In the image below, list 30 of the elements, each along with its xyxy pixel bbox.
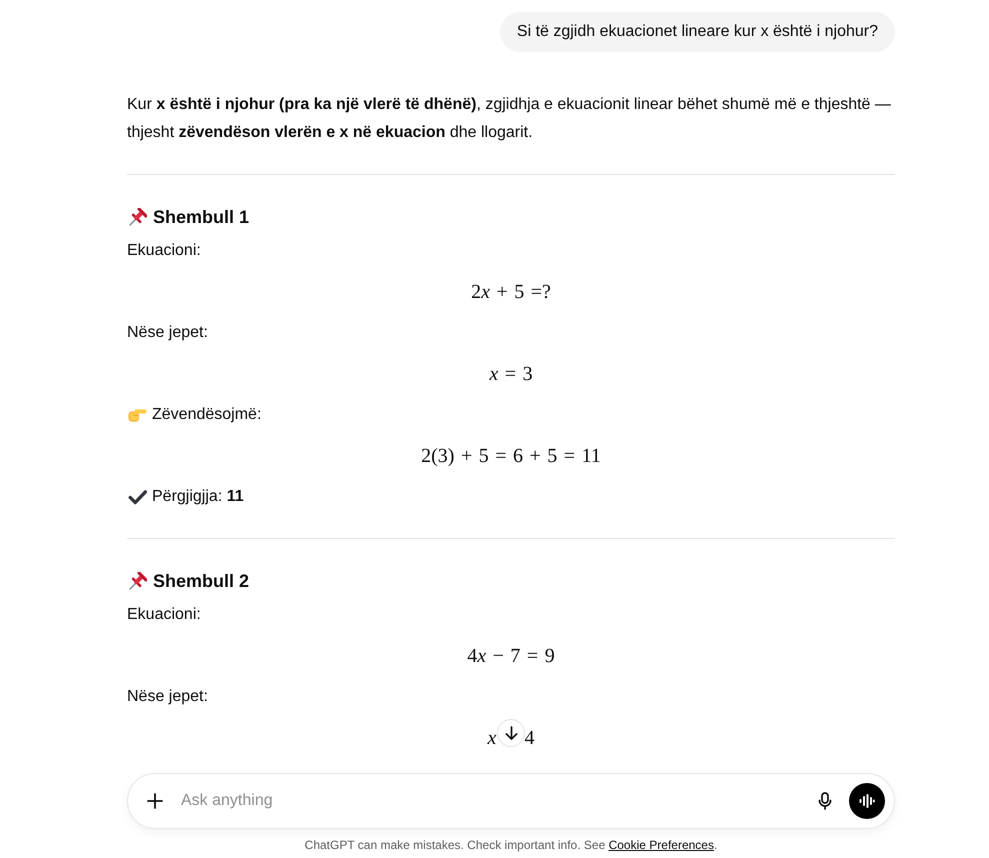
microphone-icon — [818, 792, 832, 810]
message-input[interactable]: Ask anything — [181, 787, 801, 815]
math-equation: 2x + 5 =? — [471, 280, 551, 305]
scroll-down-button[interactable] — [497, 719, 525, 747]
disclaimer-text: ChatGPT can make mistakes. Check important info. See Cookie Preferences. — [304, 837, 718, 854]
section-heading: Shembull 2 — [153, 570, 250, 593]
arrow-down-icon — [504, 726, 518, 740]
pointing-hand-icon — [128, 408, 147, 422]
waveform-icon — [859, 794, 875, 808]
pushpin-icon — [129, 572, 147, 590]
math-equation: 2(3) + 5 = 6 + 5 = 11 — [421, 444, 601, 469]
step-label: Zëvendësojmë: — [152, 405, 262, 425]
math-fragment: 4 — [524, 726, 534, 751]
pushpin-icon — [129, 208, 147, 226]
paragraph-label: Ekuacioni: — [127, 605, 202, 625]
voice-mode-button[interactable] — [849, 783, 885, 819]
math-fragment: x — [488, 726, 496, 751]
paragraph-label: Ekuacioni: — [127, 241, 202, 261]
user-message-bubble: Si të zgjidh ekuacionet lineare kur x është i njohur? — [500, 12, 895, 52]
cookie-preferences-link[interactable]: Cookie Preferences — [608, 838, 714, 852]
check-mark-icon — [128, 490, 147, 504]
paragraph-label: Nëse jepet: — [127, 323, 209, 343]
answer-paragraph: Kur x është i njohur (pra ka një vlerë të dhënë), zgjidhja e ekuacionit linear bëhet shumë më e thjeshtë — thjesht zëvendëson vlerën e x në ekuacion dhe llogarit. — [127, 95, 892, 143]
section-heading: Shembull 1 — [153, 206, 250, 229]
math-equation: x = 3 — [489, 362, 533, 387]
answer-text: Përgjigjja: 11 — [152, 487, 244, 507]
paragraph-label: Nëse jepet: — [127, 687, 209, 707]
math-equation: 4x − 7 = 9 — [467, 644, 555, 669]
plus-icon — [147, 793, 163, 809]
chat-input-field[interactable]: Ask anything — [127, 773, 895, 829]
